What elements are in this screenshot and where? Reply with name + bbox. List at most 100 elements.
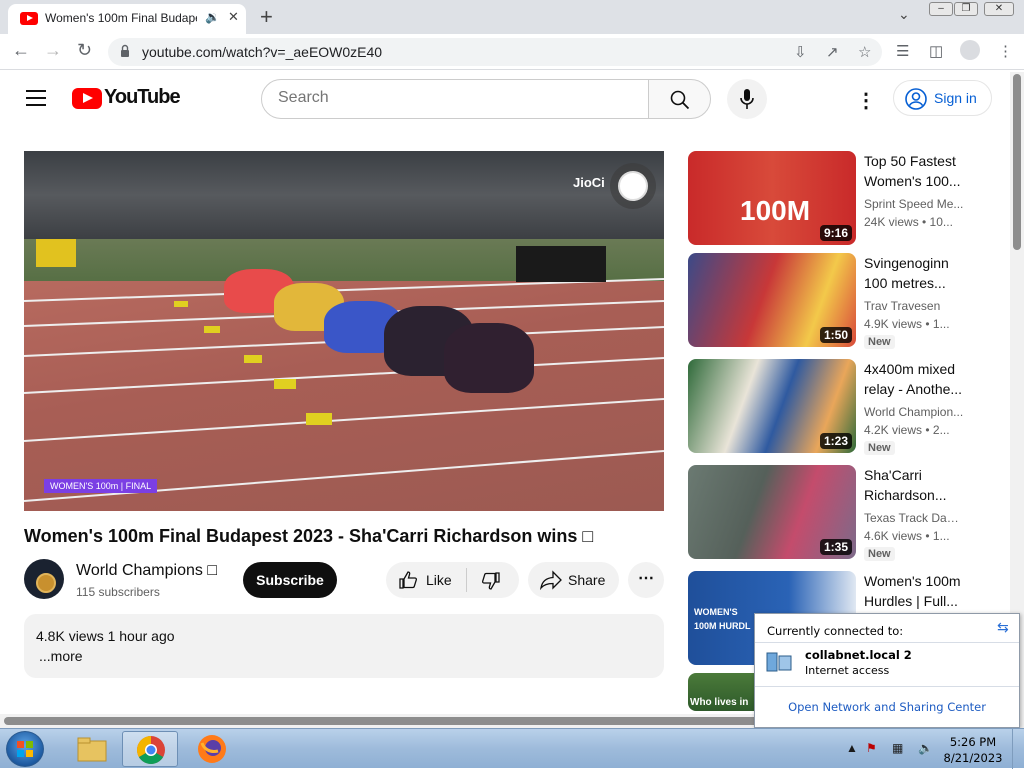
- windows-taskbar: ▲ ⚑ ▦ 🔈 5:26 PM 8/21/2023: [0, 728, 1024, 769]
- show-desktop-button[interactable]: [1012, 729, 1024, 769]
- close-tab-icon[interactable]: ✕: [228, 9, 239, 25]
- chrome-icon: [137, 736, 165, 764]
- show-hidden-icons-chevron-icon[interactable]: ▲: [846, 741, 858, 755]
- channel-avatar[interactable]: [24, 559, 64, 599]
- subscribe-button[interactable]: Subscribe: [243, 562, 337, 598]
- channel-name[interactable]: World Champions □: [76, 562, 217, 580]
- bookmark-star-icon[interactable]: ☆: [858, 43, 871, 61]
- chrome-taskbar-button[interactable]: [122, 731, 178, 767]
- dislike-button[interactable]: [467, 562, 519, 598]
- url-text[interactable]: youtube.com/watch?v=_aeEOW0zE40: [142, 44, 382, 60]
- vertical-scroll-thumb[interactable]: [1013, 74, 1021, 250]
- browser-toolbar: ← → ↻ youtube.com/watch?v=_aeEOW0zE40 ⇩ …: [0, 34, 1024, 70]
- firefox-taskbar-button[interactable]: [184, 731, 240, 767]
- recommendation-thumbnail[interactable]: 1:50: [688, 253, 856, 347]
- voice-search-button[interactable]: [727, 79, 767, 119]
- firefox-icon: [198, 735, 226, 763]
- search-input[interactable]: [278, 89, 628, 107]
- new-badge: New: [864, 441, 895, 455]
- reading-list-icon[interactable]: ☰: [896, 42, 909, 60]
- reload-icon[interactable]: ↻: [77, 40, 92, 61]
- start-button[interactable]: [6, 731, 44, 767]
- clock-date: 8/21/2023: [943, 751, 1003, 765]
- profile-avatar-icon[interactable]: [960, 40, 980, 60]
- autoplay-toggle[interactable]: [610, 163, 656, 209]
- forward-arrow-icon[interactable]: →: [44, 40, 62, 61]
- network-access-status: Internet access: [805, 664, 890, 677]
- recommendation-thumbnail[interactable]: 1:35: [688, 465, 856, 559]
- thumb-overlay-text: WOMEN'S 100M HURDL: [694, 607, 751, 631]
- youtube-favicon-icon: [20, 12, 38, 25]
- file-explorer-taskbar-button[interactable]: [64, 731, 120, 767]
- recommendation-title[interactable]: 4x400m mixed relay - Anothe...: [864, 359, 970, 399]
- recommendation-item[interactable]: 100M 9:16 Top 50 Fastest Women's 100... …: [688, 151, 988, 247]
- recommendation-item[interactable]: 1:35 Sha'Carri Richardson... Texas Track…: [688, 465, 988, 561]
- new-badge: New: [864, 335, 895, 349]
- youtube-logo-icon[interactable]: [72, 88, 102, 109]
- back-arrow-icon[interactable]: ←: [12, 40, 30, 61]
- system-clock[interactable]: 5:26 PM 8/21/2023: [942, 734, 1004, 766]
- more-actions-button[interactable]: ⋯: [628, 562, 664, 598]
- folder-icon: [77, 737, 107, 762]
- share-page-icon[interactable]: ↗: [826, 43, 839, 61]
- minimize-button[interactable]: –: [929, 2, 953, 16]
- recommendation-title[interactable]: Svingenoginn 100 metres...: [864, 253, 970, 293]
- recommendation-channel[interactable]: Sprint Speed Me...: [864, 197, 964, 211]
- browser-tab[interactable]: Women's 100m Final Budapest 2023 - Sha'C…: [8, 4, 246, 34]
- thumb-overlay-text: Who lives in: [690, 697, 749, 708]
- broadcaster-watermark: JioCi: [573, 175, 605, 190]
- recommendation-channel[interactable]: Trav Travesen: [864, 299, 964, 313]
- video-player[interactable]: JioCi WOMEN'S 100m | FINAL: [24, 151, 664, 511]
- share-button[interactable]: Share: [528, 562, 619, 598]
- side-panel-icon[interactable]: ◫: [929, 42, 943, 60]
- like-label: Like: [426, 572, 452, 588]
- refresh-icon[interactable]: ⇆: [997, 620, 1009, 636]
- browser-menu-icon[interactable]: ⋮: [998, 42, 1013, 60]
- subscriber-count: 115 subscribers: [76, 585, 160, 599]
- volume-muted-icon[interactable]: 🔈: [918, 741, 933, 755]
- guide-menu-icon[interactable]: [26, 90, 46, 106]
- clock-time: 5:26 PM: [949, 735, 997, 749]
- description-box[interactable]: 4.8K views 1 hour ago ...more: [24, 614, 664, 678]
- recommendation-item[interactable]: 1:23 4x400m mixed relay - Anothe... Worl…: [688, 359, 988, 455]
- address-bar[interactable]: youtube.com/watch?v=_aeEOW0zE40 ⇩ ↗ ☆: [108, 38, 882, 66]
- recommendation-meta: 4.9K views • 1...: [864, 317, 950, 331]
- recommendation-thumbnail[interactable]: 100M 9:16: [688, 151, 856, 245]
- action-center-flag-icon[interactable]: ⚑: [866, 741, 877, 755]
- sign-in-button[interactable]: Sign in: [893, 80, 992, 116]
- share-label: Share: [568, 572, 606, 588]
- popup-divider: [755, 686, 1019, 687]
- lock-icon[interactable]: [120, 44, 130, 58]
- search-button[interactable]: [648, 79, 711, 119]
- network-name: collabnet.local 2: [805, 648, 912, 662]
- speaker-icon[interactable]: 🔉: [205, 10, 220, 24]
- recommendation-title[interactable]: Women's 100m Hurdles | Full...: [864, 571, 970, 611]
- show-more-link[interactable]: ...more: [39, 648, 83, 664]
- view-stats: 4.8K views 1 hour ago: [36, 628, 175, 644]
- recommendation-channel[interactable]: World Champion...: [864, 405, 964, 419]
- youtube-logo-text[interactable]: YouTube: [104, 86, 181, 109]
- share-arrow-icon: [540, 570, 562, 590]
- duration-badge: 1:50: [819, 327, 852, 343]
- recommendation-thumbnail[interactable]: 1:23: [688, 359, 856, 453]
- tab-search-chevron-icon[interactable]: ⌄: [898, 6, 910, 23]
- network-tray-icon[interactable]: ▦: [892, 741, 903, 755]
- network-computer-icon: [766, 652, 792, 672]
- like-button[interactable]: Like: [386, 562, 466, 598]
- window-close-button[interactable]: ✕: [984, 2, 1014, 16]
- windows-logo-icon: [17, 741, 33, 757]
- install-app-icon[interactable]: ⇩: [794, 43, 807, 61]
- recommendation-title[interactable]: Top 50 Fastest Women's 100...: [864, 151, 970, 191]
- new-tab-button[interactable]: +: [260, 4, 273, 30]
- restore-button[interactable]: ❐: [954, 2, 978, 16]
- thumbs-up-icon: [399, 571, 418, 589]
- recommendation-item[interactable]: 1:50 Svingenoginn 100 metres... Trav Tra…: [688, 253, 988, 349]
- settings-kebab-icon[interactable]: ⋮: [856, 88, 876, 113]
- popup-divider: [755, 642, 1019, 643]
- recommendation-title[interactable]: Sha'Carri Richardson...: [864, 465, 970, 505]
- network-sharing-center-link[interactable]: Open Network and Sharing Center: [755, 700, 1019, 714]
- thumb-overlay-text: 100M: [740, 195, 811, 226]
- search-box[interactable]: [261, 79, 649, 119]
- recommendation-channel[interactable]: Texas Track Dad ...: [864, 511, 964, 525]
- duration-badge: 1:35: [819, 539, 852, 555]
